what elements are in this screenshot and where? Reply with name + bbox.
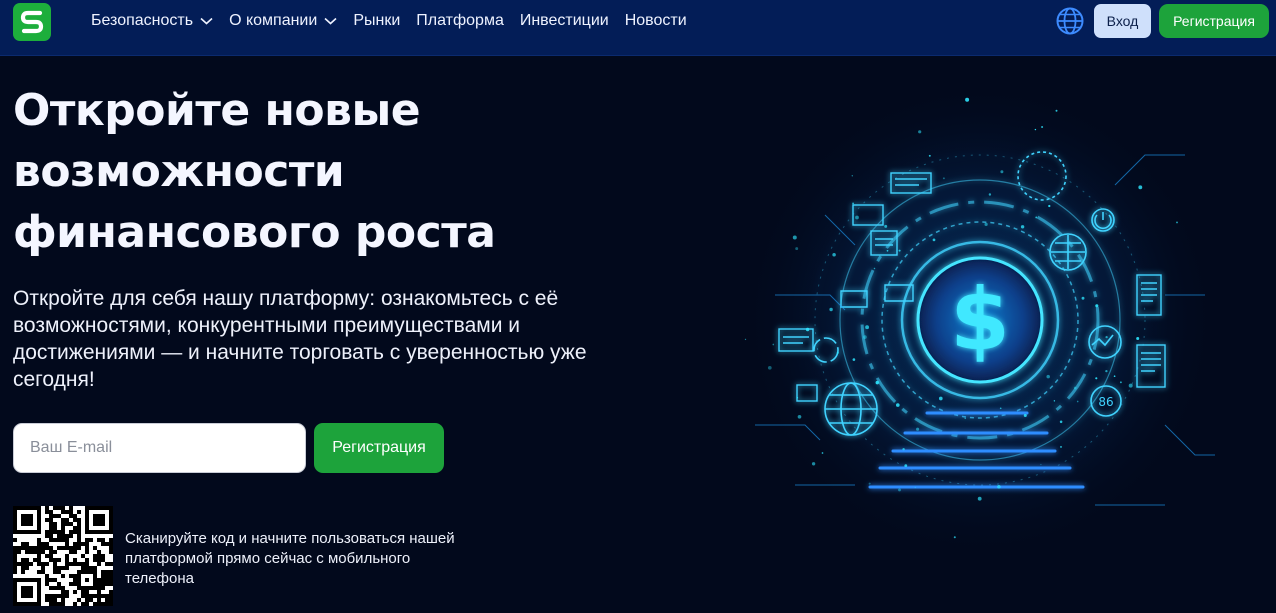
hero-subtitle: Откройте для себя нашу платформу: ознако…: [13, 287, 587, 391]
logo-s-icon[interactable]: [13, 3, 51, 41]
nav-item-label: Рынки: [353, 12, 401, 29]
nav-item-label: Платформа: [416, 12, 504, 29]
nav-item-platform[interactable]: Платформа: [416, 12, 504, 30]
register-button-top[interactable]: Регистрация: [1159, 4, 1269, 38]
nav-item-label: Безопасность: [91, 12, 194, 29]
register-button-hero[interactable]: Регистрация: [314, 423, 444, 473]
finance-illustration: $ 86: [740, 95, 1220, 560]
nav-item-about[interactable]: О компании: [229, 12, 337, 30]
top-navbar: Безопасность О компании Рынки Платформа …: [0, 0, 1276, 56]
globe-icon[interactable]: [1055, 6, 1085, 36]
qr-code: [13, 506, 113, 606]
hero-title: Откройте новые возможности финансового р…: [13, 85, 496, 258]
login-button[interactable]: Вход: [1094, 4, 1151, 38]
email-field[interactable]: [13, 423, 306, 473]
chevron-down-icon: [200, 17, 213, 25]
nav-item-label: Инвестиции: [519, 12, 609, 29]
nav-item-markets[interactable]: Рынки: [353, 12, 400, 30]
main-nav: Безопасность О компании Рынки Платформа …: [91, 0, 687, 42]
nav-item-investments[interactable]: Инвестиции: [520, 12, 609, 30]
nav-item-label: Новости: [624, 12, 687, 29]
illustration-badge: 86: [1098, 395, 1113, 409]
nav-item-security[interactable]: Безопасность: [91, 12, 213, 30]
dollar-sign-icon: $: [950, 270, 1010, 370]
qr-caption: Сканируйте код и начните пользоваться на…: [125, 530, 455, 587]
chevron-down-icon: [324, 17, 337, 25]
nav-item-news[interactable]: Новости: [625, 12, 687, 30]
nav-item-label: О компании: [229, 12, 318, 29]
